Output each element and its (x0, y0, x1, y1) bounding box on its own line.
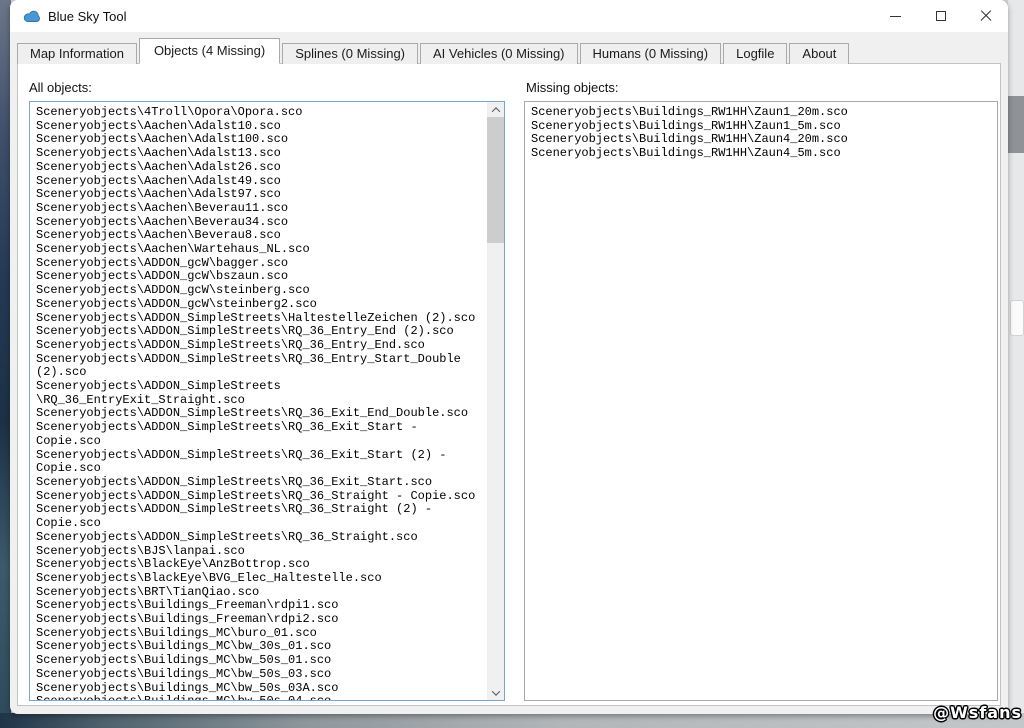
tab-about[interactable]: About (789, 43, 849, 64)
list-item: Sceneryobjects\ADDON_gcW\steinberg2.sco (36, 298, 487, 312)
watermark: @Wsfans (933, 703, 1022, 722)
list-item: Copie.sco (36, 517, 487, 531)
list-item: Sceneryobjects\BlackEye\AnzBottrop.sco (36, 558, 487, 572)
list-item: Sceneryobjects\Aachen\Beverau11.sco (36, 202, 487, 216)
maximize-button[interactable] (918, 0, 963, 32)
list-item: Sceneryobjects\Buildings_MC\bw_30s_01.sc… (36, 640, 487, 654)
tab-humans[interactable]: Humans (0 Missing) (580, 43, 722, 64)
list-item: Sceneryobjects\Buildings_MC\bw_50s_04.sc… (36, 695, 487, 700)
desktop-background-right (1008, 0, 1024, 728)
list-item: Sceneryobjects\Aachen\Adalst13.sco (36, 147, 487, 161)
list-item: Sceneryobjects\Aachen\Adalst100.sco (36, 133, 487, 147)
chevron-down-icon (491, 687, 499, 695)
list-item: Sceneryobjects\BJS\lanpai.sco (36, 545, 487, 559)
background-window-edge (1008, 96, 1024, 153)
minimize-icon (890, 16, 901, 17)
app-window: Blue Sky Tool Map Information Objects (4… (10, 0, 1008, 714)
list-item: Sceneryobjects\Buildings_MC\bw_50s_01.sc… (36, 654, 487, 668)
list-item: Sceneryobjects\Aachen\Adalst49.sco (36, 175, 487, 189)
all-objects-label: All objects: (29, 80, 92, 95)
missing-objects-list-content: Sceneryobjects\Buildings_RW1HH\Zaun1_20m… (525, 102, 997, 700)
close-icon (980, 10, 992, 22)
tab-splines[interactable]: Splines (0 Missing) (282, 43, 418, 64)
list-item: Sceneryobjects\ADDON_SimpleStreets\RQ_36… (36, 449, 487, 463)
list-item: Sceneryobjects\Aachen\Adalst26.sco (36, 161, 487, 175)
list-item: \RQ_36_EntryExit_Straight.sco (36, 394, 487, 408)
list-item: Sceneryobjects\Buildings_RW1HH\Zaun4_20m… (531, 133, 997, 147)
list-item: Sceneryobjects\ADDON_SimpleStreets\Halte… (36, 312, 487, 326)
title-bar: Blue Sky Tool (10, 0, 1008, 32)
tab-objects[interactable]: Objects (4 Missing) (139, 38, 280, 64)
list-item: Sceneryobjects\ADDON_SimpleStreets\RQ_36… (36, 353, 487, 367)
list-item: Sceneryobjects\ADDON_SimpleStreets (36, 380, 487, 394)
list-item: Sceneryobjects\ADDON_SimpleStreets\RQ_36… (36, 339, 487, 353)
tab-page-objects: All objects: Missing objects: Sceneryobj… (17, 63, 1001, 706)
list-item: Copie.sco (36, 435, 487, 449)
list-item: (2).sco (36, 366, 487, 380)
tab-bar: Map Information Objects (4 Missing) Spli… (17, 38, 851, 64)
list-item: Sceneryobjects\BRT\TianQiao.sco (36, 586, 487, 600)
missing-objects-list[interactable]: Sceneryobjects\Buildings_RW1HH\Zaun1_20m… (524, 101, 998, 701)
tab-map-information[interactable]: Map Information (17, 43, 137, 64)
list-item: Sceneryobjects\ADDON_gcW\bszaun.sco (36, 270, 487, 284)
list-item: Sceneryobjects\Aachen\Beverau8.sco (36, 229, 487, 243)
background-window-element (1010, 300, 1024, 336)
scrollbar-thumb[interactable] (487, 117, 504, 243)
list-item: Sceneryobjects\Aachen\Beverau34.sco (36, 216, 487, 230)
list-item: Sceneryobjects\Buildings_MC\bw_50s_03.sc… (36, 668, 487, 682)
list-item: Copie.sco (36, 462, 487, 476)
list-item: Sceneryobjects\ADDON_SimpleStreets\RQ_36… (36, 503, 487, 517)
list-item: Sceneryobjects\Aachen\Adalst97.sco (36, 188, 487, 202)
chevron-up-icon (491, 107, 499, 115)
desktop-background-bottom (0, 713, 1024, 728)
all-objects-list-content: Sceneryobjects\4Troll\Opora\Opora.scoSce… (30, 102, 487, 700)
list-item: Sceneryobjects\Buildings_RW1HH\Zaun4_5m.… (531, 147, 997, 161)
all-objects-list[interactable]: Sceneryobjects\4Troll\Opora\Opora.scoSce… (29, 101, 505, 701)
scroll-down-button[interactable] (487, 685, 504, 700)
list-item: Sceneryobjects\Buildings_MC\buro_01.sco (36, 627, 487, 641)
list-item: Sceneryobjects\ADDON_SimpleStreets\RQ_36… (36, 421, 487, 435)
list-item: Sceneryobjects\Aachen\Adalst10.sco (36, 120, 487, 134)
minimize-button[interactable] (873, 0, 918, 32)
list-item: Sceneryobjects\ADDON_SimpleStreets\RQ_36… (36, 476, 487, 490)
all-objects-scrollbar[interactable] (487, 102, 504, 700)
list-item: Sceneryobjects\ADDON_gcW\steinberg.sco (36, 284, 487, 298)
list-item: Sceneryobjects\BlackEye\BVG_Elec_Haltest… (36, 572, 487, 586)
scroll-up-button[interactable] (487, 102, 504, 117)
maximize-icon (936, 11, 946, 21)
list-item: Sceneryobjects\ADDON_SimpleStreets\RQ_36… (36, 407, 487, 421)
list-item: Sceneryobjects\Buildings_MC\bw_50s_03A.s… (36, 682, 487, 696)
tab-logfile[interactable]: Logfile (723, 43, 787, 64)
missing-objects-label: Missing objects: (526, 80, 618, 95)
desktop: Blue Sky Tool Map Information Objects (4… (0, 0, 1024, 728)
list-item: Sceneryobjects\ADDON_SimpleStreets\RQ_36… (36, 531, 487, 545)
list-item: Sceneryobjects\Buildings_RW1HH\Zaun1_20m… (531, 106, 997, 120)
list-item: Sceneryobjects\Buildings_Freeman\rdpi2.s… (36, 613, 487, 627)
close-button[interactable] (963, 0, 1008, 32)
tab-ai-vehicles[interactable]: AI Vehicles (0 Missing) (420, 43, 578, 64)
cloud-icon (23, 10, 40, 23)
list-item: Sceneryobjects\ADDON_gcW\bagger.sco (36, 257, 487, 271)
list-item: Sceneryobjects\4Troll\Opora\Opora.sco (36, 106, 487, 120)
list-item: Sceneryobjects\Aachen\Wartehaus_NL.sco (36, 243, 487, 257)
window-title: Blue Sky Tool (48, 9, 127, 24)
window-controls (873, 0, 1008, 32)
list-item: Sceneryobjects\ADDON_SimpleStreets\RQ_36… (36, 325, 487, 339)
list-item: Sceneryobjects\Buildings_Freeman\rdpi1.s… (36, 599, 487, 613)
list-item: Sceneryobjects\Buildings_RW1HH\Zaun1_5m.… (531, 120, 997, 134)
list-item: Sceneryobjects\ADDON_SimpleStreets\RQ_36… (36, 490, 487, 504)
